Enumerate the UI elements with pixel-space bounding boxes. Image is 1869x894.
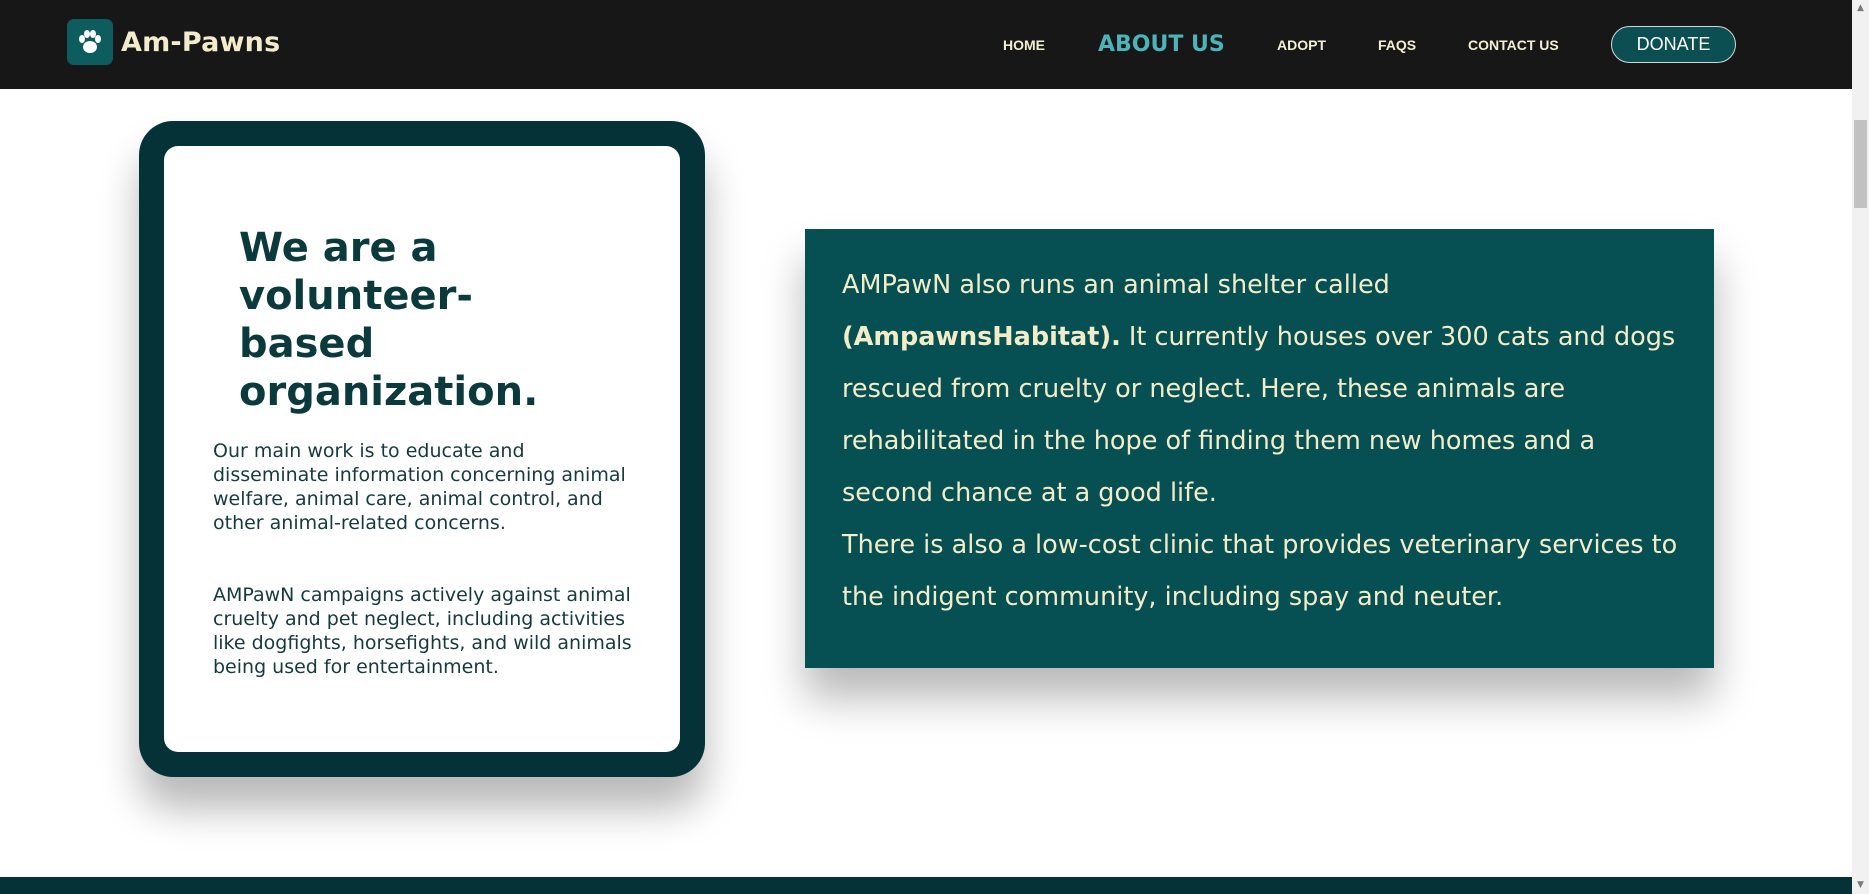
nav-contact-us[interactable]: CONTACT US [1468,0,1559,89]
education-paragraph: Our main work is to educate and dissemin… [213,440,626,534]
footer-section-top [0,877,1852,894]
top-navbar: Am-Pawns HOME ABOUT US ADOPT FAQS CONTAC… [0,0,1852,89]
brand-name: Am-Pawns [121,26,281,58]
paw-icon [67,19,113,65]
nav-adopt[interactable]: ADOPT [1277,0,1326,89]
shelter-name: (AmpawnsHabitat). [842,322,1121,352]
scroll-down-arrow-icon[interactable]: ▼ [1852,877,1869,894]
donate-button[interactable]: DONATE [1611,26,1736,63]
vertical-scrollbar[interactable]: ▲ ▼ [1852,0,1869,894]
shelter-info-text: AMPawN also runs an animal shelter calle… [842,259,1692,623]
nav-home[interactable]: HOME [1003,0,1045,89]
volunteer-heading: We are a volunteer-based organization. [239,225,539,415]
scrollbar-thumb[interactable] [1854,120,1867,208]
brand-logo[interactable]: Am-Pawns [67,19,280,65]
shelter-info-panel: AMPawN also runs an animal shelter calle… [805,229,1714,668]
scroll-up-arrow-icon[interactable]: ▲ [1852,0,1869,17]
volunteer-card: We are a volunteer-based organization. O… [139,121,705,777]
nav-about-us[interactable]: ABOUT US [1098,0,1225,89]
shelter-intro: AMPawN also runs an animal shelter calle… [842,270,1390,300]
campaign-paragraph: AMPawN campaigns actively against animal… [213,584,632,678]
nav-faqs[interactable]: FAQS [1378,0,1416,89]
volunteer-card-inner: We are a volunteer-based organization. O… [164,146,680,752]
clinic-description: There is also a low-cost clinic that pro… [842,530,1678,612]
